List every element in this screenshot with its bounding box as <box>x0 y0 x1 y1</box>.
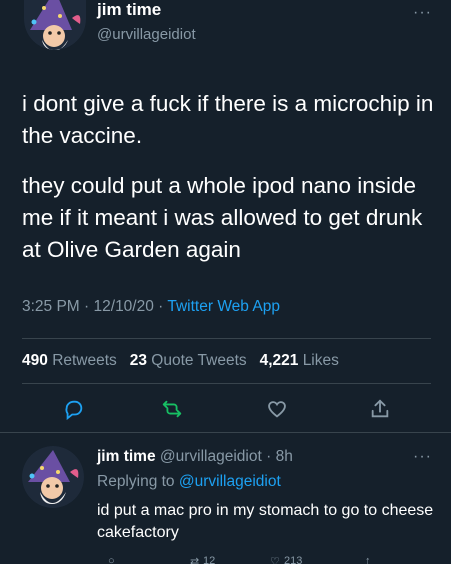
reply-actions: ○ ⇄ 12 ♡ 213 ↑ <box>0 555 451 564</box>
retweets-stat[interactable]: 490 Retweets <box>22 352 117 369</box>
reply-text: id put a mac pro in my stomach to go to … <box>97 502 434 541</box>
reply-author-handle[interactable]: @urvillageidiot <box>160 448 262 465</box>
retweets-label: Retweets <box>52 352 117 369</box>
avatar[interactable] <box>24 0 86 50</box>
share-icon[interactable] <box>369 398 391 420</box>
likes-count: 4,221 <box>259 352 299 369</box>
meta-separator: · <box>261 448 276 465</box>
tweet-source[interactable]: Twitter Web App <box>167 298 280 315</box>
divider <box>0 432 451 433</box>
quotes-label: Quote Tweets <box>151 352 247 369</box>
divider <box>22 338 431 339</box>
tweet-meta: 3:25 PM · 12/10/20 · Twitter Web App <box>22 298 280 316</box>
tweet-stats: 490 Retweets 23 Quote Tweets 4,221 Likes <box>22 352 339 370</box>
tweet-date[interactable]: 12/10/20 <box>94 298 154 315</box>
retweet-icon[interactable]: ⇄ <box>190 555 199 564</box>
more-icon[interactable]: ··· <box>413 4 432 22</box>
replying-mention[interactable]: @urvillageidiot <box>179 473 281 490</box>
likes-stat[interactable]: 4,221 Likes <box>260 352 339 369</box>
tweet-text-paragraph-1: i dont give a fuck if there is a microch… <box>22 91 434 148</box>
share-icon[interactable]: ↑ <box>365 555 371 564</box>
reply-icon[interactable] <box>63 398 85 421</box>
replying-prefix: Replying to <box>97 473 175 490</box>
reply-author-name[interactable]: jim time <box>97 448 156 465</box>
more-icon[interactable]: ··· <box>413 448 432 466</box>
quotes-count: 23 <box>129 352 147 369</box>
reply-like-count: 213 <box>284 555 303 564</box>
likes-label: Likes <box>302 352 339 369</box>
retweet-icon[interactable] <box>161 398 183 420</box>
tweet-time[interactable]: 3:25 PM <box>22 298 80 315</box>
meta-separator: · <box>84 298 94 315</box>
reply-age[interactable]: 8h <box>276 448 293 465</box>
avatar[interactable] <box>22 446 84 508</box>
replying-to: Replying to @urvillageidiot <box>97 473 281 491</box>
divider <box>22 383 431 384</box>
retweets-count: 490 <box>22 352 48 369</box>
author-handle[interactable]: @urvillageidiot <box>97 26 196 43</box>
meta-separator: · <box>158 298 168 315</box>
author-name[interactable]: jim time <box>97 0 161 20</box>
like-icon[interactable] <box>266 398 288 420</box>
main-tweet: jim time @urvillageidiot ··· i dont give… <box>0 0 451 435</box>
tweet-text-paragraph-2: they could put a whole ipod nano inside … <box>22 173 423 262</box>
reply-retweet-count: 12 <box>203 555 216 564</box>
reply-icon[interactable]: ○ <box>108 555 115 564</box>
like-icon[interactable]: ♡ <box>270 555 280 564</box>
quotes-stat[interactable]: 23 Quote Tweets <box>130 352 247 369</box>
reply-header: jim time @urvillageidiot · 8h <box>97 448 293 466</box>
